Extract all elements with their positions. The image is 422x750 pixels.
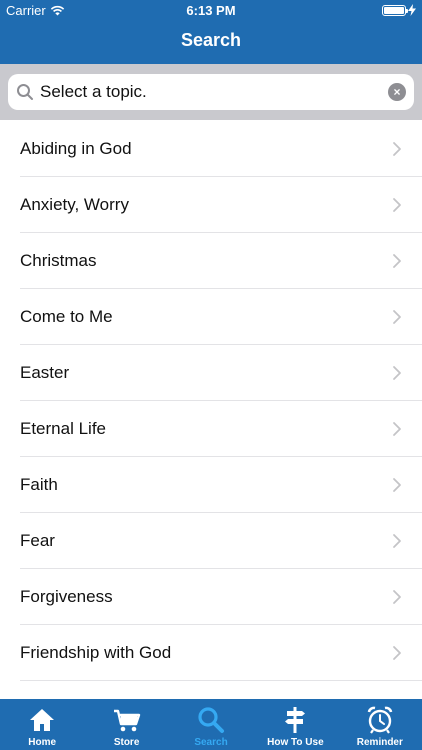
tab-reminder[interactable]: Reminder [338, 699, 422, 750]
list-item[interactable]: Anxiety, Worry [0, 177, 422, 233]
search-input[interactable]: Select a topic. × [8, 74, 414, 110]
screen: Carrier 6:13 PM Search Select a topic. ×… [0, 0, 422, 750]
chevron-right-icon [393, 534, 401, 548]
list-item-label: Abiding in God [20, 139, 132, 158]
chevron-right-icon [393, 142, 401, 156]
status-right [382, 4, 416, 16]
list-item-label: Friendship with God [20, 643, 172, 662]
list-item-label: Easter [20, 363, 70, 382]
signpost-icon [285, 707, 306, 733]
tab-home[interactable]: Home [0, 699, 84, 750]
home-icon [30, 709, 55, 731]
list-item[interactable]: Eternal Life [0, 401, 422, 457]
tab-label: Home [28, 737, 57, 748]
chevron-right-icon [393, 366, 401, 380]
list-item-label: Eternal Life [20, 419, 106, 438]
status-time: 6:13 PM [186, 3, 236, 18]
list-item[interactable]: Abiding in God [0, 121, 422, 177]
battery-icon [382, 4, 408, 16]
list-item[interactable]: Forgiveness [0, 569, 422, 625]
cart-icon [113, 709, 140, 732]
tab-search[interactable]: Search [169, 699, 253, 750]
list-item[interactable]: Christmas [0, 233, 422, 289]
chevron-right-icon [393, 198, 401, 212]
search-placeholder: Select a topic. [40, 82, 147, 101]
tab-bar: Home Store Search How To Use Reminder [0, 699, 422, 750]
list-item-label: Christmas [20, 251, 97, 270]
search-bar: Select a topic. × [0, 64, 422, 120]
magnifier-icon [17, 84, 33, 100]
list-item[interactable]: Come to Me [0, 289, 422, 345]
clear-search-icon[interactable]: × [388, 83, 406, 101]
charging-bolt-icon [408, 4, 416, 16]
list-item-label: Faith [20, 475, 58, 494]
page-title: Search [180, 30, 242, 50]
top-bar: Carrier 6:13 PM Search [0, 0, 422, 64]
tab-label: How To Use [267, 737, 324, 748]
chevron-right-icon [393, 646, 401, 660]
tab-how-to-use[interactable]: How To Use [253, 699, 337, 750]
tab-label: Reminder [356, 737, 403, 748]
chevron-right-icon [393, 310, 401, 324]
status-bar: Carrier 6:13 PM [0, 0, 422, 20]
tab-label: Search [194, 737, 228, 748]
list-item-label: Forgiveness [20, 587, 113, 606]
chevron-right-icon [393, 590, 401, 604]
list-item[interactable]: Faith [0, 457, 422, 513]
list-item[interactable]: Easter [0, 345, 422, 401]
tab-store[interactable]: Store [84, 699, 168, 750]
list-item[interactable]: Friendship with God [0, 625, 422, 681]
alarm-clock-icon [367, 706, 393, 734]
chevron-right-icon [393, 254, 401, 268]
list-item[interactable]: Fear [0, 513, 422, 569]
topic-list: Abiding in God Anxiety, Worry Christmas Com… [0, 121, 422, 699]
chevron-right-icon [393, 422, 401, 436]
search-icon [198, 707, 225, 733]
list-item-label: Fear [20, 531, 55, 550]
list-item-label: Anxiety, Worry [20, 195, 129, 214]
tab-label: Store [113, 737, 140, 748]
chevron-right-icon [393, 478, 401, 492]
list-item-label: Come to Me [20, 307, 113, 326]
